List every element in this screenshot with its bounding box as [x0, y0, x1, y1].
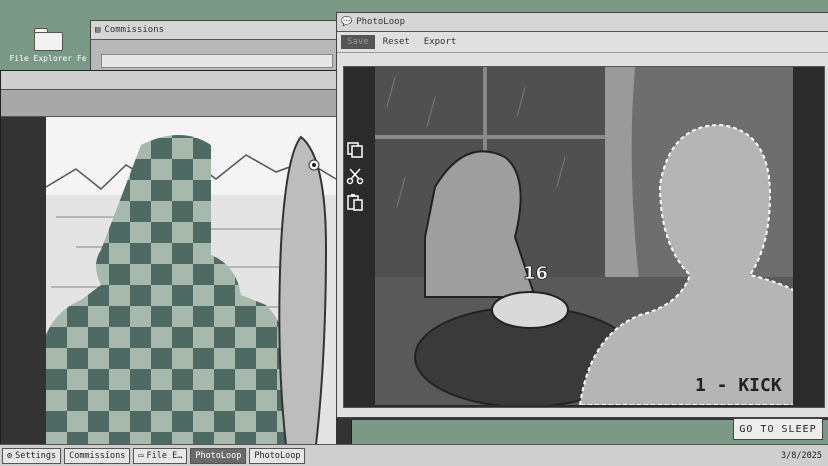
viewer-titlebar[interactable]: [1, 71, 351, 90]
birthday-photo: 16 1 - KICK: [375, 67, 793, 405]
folder-icon: [34, 28, 63, 51]
desktop-icon-label: File Explorer Fe: [9, 54, 87, 63]
save-button[interactable]: Save: [341, 35, 375, 49]
fish: [278, 135, 328, 445]
desktop-file-explorer[interactable]: File Explorer Fe: [8, 28, 88, 63]
gear-icon: ⚙: [7, 450, 13, 461]
photoloop-menubar: Save Reset Export: [337, 32, 828, 53]
photo-canvas[interactable]: 16 1 - KICK: [375, 67, 793, 405]
cake-number: 16: [523, 263, 548, 284]
folder-icon: ▭: [138, 450, 144, 461]
viewer-canvas: [46, 117, 336, 445]
taskbar-commissions[interactable]: Commissions: [64, 447, 131, 464]
viewer-toolbar: [1, 90, 351, 117]
commissions-titlebar[interactable]: ▤ Commissions: [91, 21, 341, 40]
commissions-field[interactable]: [101, 54, 333, 68]
clock: 3/8/2025: [781, 450, 822, 461]
scissors-icon[interactable]: [345, 167, 365, 185]
commissions-title: Commissions: [104, 25, 165, 35]
shirt-text: 1 - KICK: [695, 375, 782, 396]
photoloop-title: PhotoLoop: [356, 17, 405, 27]
copy-icon[interactable]: [345, 141, 365, 159]
document-icon: ▤: [95, 25, 101, 35]
reset-button[interactable]: Reset: [377, 35, 416, 49]
taskbar: ⚙ Settings Commissions ▭ File E… PhotoLo…: [0, 444, 828, 466]
cake: [491, 291, 569, 329]
speech-bubble-icon: 💬: [341, 17, 353, 27]
background-viewer-window[interactable]: [0, 70, 352, 447]
taskbar-photoloop-active[interactable]: PhotoLoop: [190, 447, 247, 464]
taskbar-file-explorer-label: File E…: [146, 450, 183, 461]
export-button[interactable]: Export: [418, 35, 463, 49]
photoloop-window[interactable]: 💬 PhotoLoop Save Reset Export 16 1 - KIC…: [336, 12, 828, 418]
taskbar-photoloop[interactable]: PhotoLoop: [249, 447, 306, 464]
paste-icon[interactable]: [345, 193, 365, 211]
taskbar-file-explorer[interactable]: ▭ File E…: [133, 447, 188, 464]
taskbar-settings-label: Settings: [15, 450, 57, 461]
lake-scene: [46, 117, 336, 445]
photoloop-titlebar[interactable]: 💬 PhotoLoop: [337, 13, 828, 32]
taskbar-settings[interactable]: ⚙ Settings: [2, 447, 62, 464]
go-to-sleep-button[interactable]: GO TO SLEEP: [733, 418, 823, 440]
tool-palette: [345, 141, 365, 211]
